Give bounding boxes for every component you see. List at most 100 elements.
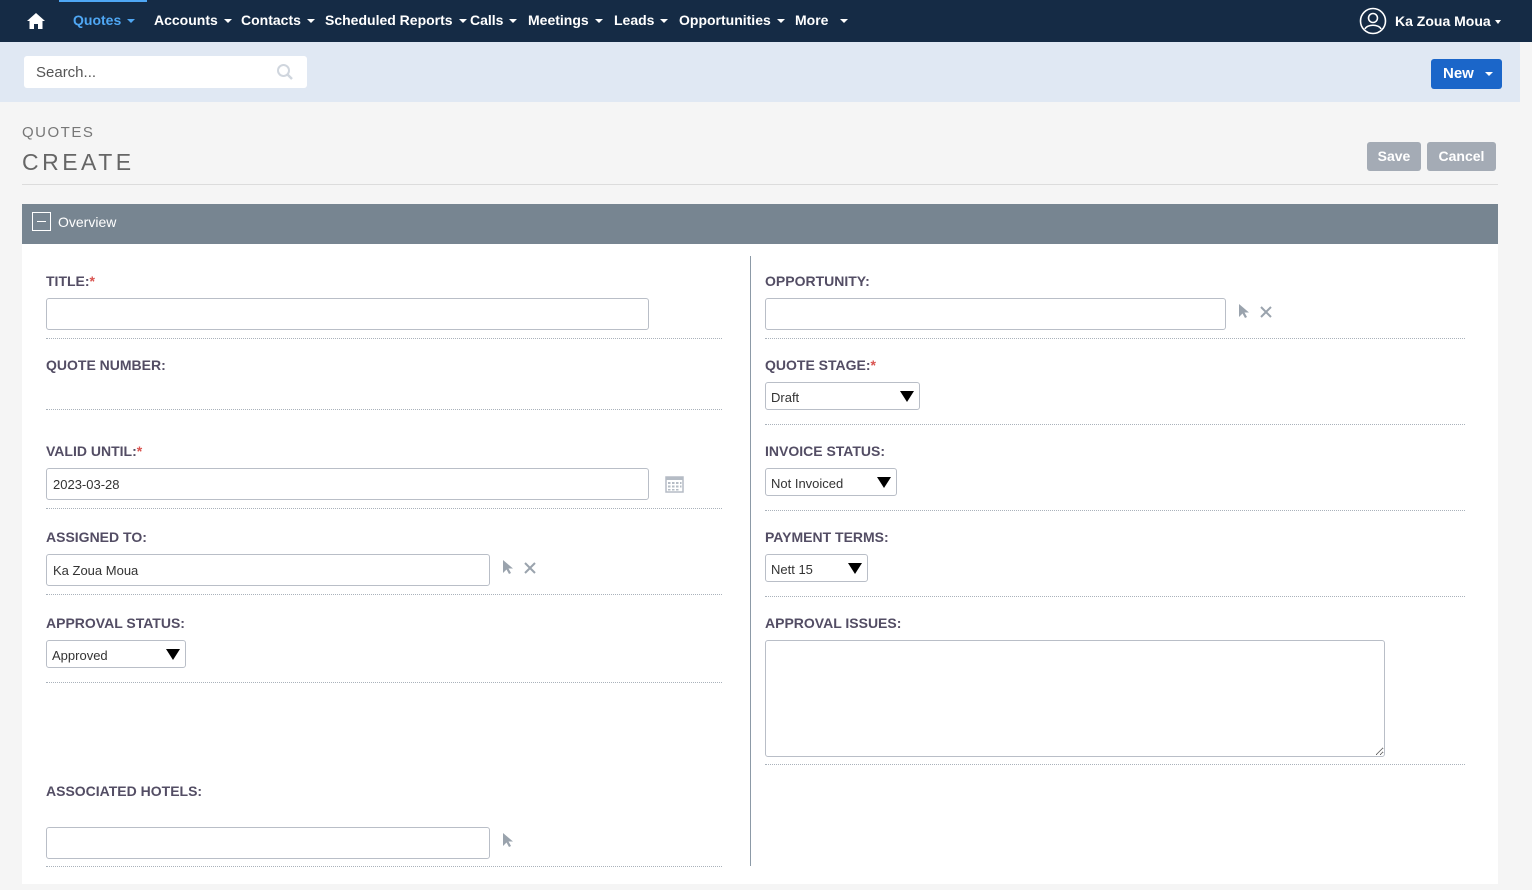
chevron-down-icon — [1494, 20, 1501, 25]
chevron-down-icon — [1485, 72, 1493, 76]
field-divider — [765, 424, 1465, 425]
nav-label: Opportunities — [679, 12, 771, 28]
field-divider — [46, 866, 722, 867]
user-name-wrap: Ka Zoua Moua — [1395, 13, 1501, 29]
overview-panel-header[interactable]: Overview — [22, 204, 1498, 244]
nav-item-meetings[interactable]: Meetings — [528, 0, 603, 42]
dropdown-arrow-icon — [848, 563, 862, 574]
payment-terms-select[interactable]: Nett 15 — [765, 554, 868, 582]
title-input[interactable] — [46, 298, 649, 330]
approval-status-select[interactable]: Approved — [46, 640, 186, 668]
opportunity-label: OPPORTUNITY: — [765, 273, 870, 289]
field-divider — [46, 508, 722, 509]
approval-status-label: APPROVAL STATUS: — [46, 615, 185, 631]
nav-item-scheduled-reports[interactable]: Scheduled Reports — [325, 0, 467, 42]
chevron-down-icon — [458, 19, 467, 24]
nav-item-opportunities[interactable]: Opportunities — [679, 0, 785, 42]
field-divider — [46, 594, 722, 595]
field-divider — [765, 510, 1465, 511]
calendar-icon[interactable] — [665, 475, 684, 493]
quote-stage-value: Draft — [771, 390, 800, 405]
user-name: Ka Zoua Moua — [1395, 13, 1491, 29]
top-navbar: Quotes Accounts Contacts Scheduled Repor… — [0, 0, 1532, 42]
search-input[interactable] — [24, 56, 274, 88]
nav-label: Quotes — [73, 12, 122, 28]
field-divider — [765, 338, 1465, 339]
nav-item-leads[interactable]: Leads — [614, 0, 669, 42]
chevron-down-icon — [509, 19, 518, 24]
required-mark: * — [89, 273, 95, 289]
valid-until-label: VALID UNTIL:* — [46, 443, 142, 459]
invoice-status-select[interactable]: Not Invoiced — [765, 468, 897, 496]
search-box — [24, 56, 307, 88]
column-divider — [750, 256, 751, 866]
home-icon[interactable] — [26, 11, 46, 31]
dropdown-arrow-icon — [166, 649, 180, 660]
nav-label: Calls — [470, 12, 504, 28]
select-cursor-icon[interactable] — [500, 832, 516, 848]
user-avatar-icon — [1359, 7, 1387, 35]
module-title: QUOTES — [22, 124, 95, 141]
payment-terms-label: PAYMENT TERMS: — [765, 529, 889, 545]
field-divider — [46, 338, 722, 339]
chevron-down-icon — [127, 19, 136, 24]
nav-item-calls[interactable]: Calls — [470, 0, 518, 42]
nav-label: Leads — [614, 12, 655, 28]
valid-until-label-text: VALID UNTIL: — [46, 443, 137, 459]
approval-issues-textarea[interactable] — [765, 640, 1385, 757]
quote-stage-select[interactable]: Draft — [765, 382, 920, 410]
save-button[interactable]: Save — [1367, 142, 1421, 171]
select-cursor-icon[interactable] — [1236, 303, 1252, 319]
nav-item-contacts[interactable]: Contacts — [241, 0, 315, 42]
associated-hotels-input[interactable] — [46, 827, 490, 859]
search-bar-area — [0, 42, 1520, 102]
approval-issues-label: APPROVAL ISSUES: — [765, 615, 902, 631]
valid-until-input[interactable] — [46, 468, 649, 500]
nav-label: More — [795, 12, 829, 28]
field-divider — [46, 409, 722, 410]
search-icon[interactable] — [276, 63, 294, 81]
dropdown-arrow-icon — [877, 477, 891, 488]
invoice-status-label: INVOICE STATUS: — [765, 443, 886, 459]
opportunity-input[interactable] — [765, 298, 1226, 330]
panel-title: Overview — [58, 214, 117, 230]
header-divider — [22, 184, 1498, 185]
new-button[interactable]: New — [1431, 59, 1502, 89]
associated-hotels-label: ASSOCIATED HOTELS: — [46, 783, 203, 799]
new-button-label: New — [1443, 65, 1474, 82]
approval-status-value: Approved — [52, 648, 108, 663]
chevron-down-icon — [223, 19, 232, 24]
field-divider — [765, 764, 1465, 765]
clear-icon[interactable] — [1258, 304, 1274, 320]
nav-label: Accounts — [154, 12, 218, 28]
nav-label: Scheduled Reports — [325, 12, 453, 28]
title-label-text: TITLE: — [46, 273, 90, 289]
assigned-to-input[interactable] — [46, 554, 490, 586]
chevron-down-icon — [594, 19, 603, 24]
quote-number-label: QUOTE NUMBER: — [46, 357, 166, 373]
chevron-down-icon — [660, 19, 669, 24]
cancel-button[interactable]: Cancel — [1427, 142, 1496, 171]
chevron-down-icon — [776, 19, 785, 24]
nav-item-more[interactable]: More — [795, 0, 849, 42]
quote-stage-label-text: QUOTE STAGE: — [765, 357, 871, 373]
field-divider — [46, 682, 722, 683]
nav-label: Meetings — [528, 12, 589, 28]
page-title: CREATE — [22, 149, 135, 175]
dropdown-arrow-icon — [900, 391, 914, 402]
title-label: TITLE:* — [46, 273, 95, 289]
nav-label: Contacts — [241, 12, 301, 28]
chevron-down-icon — [306, 19, 315, 24]
field-divider — [765, 596, 1465, 597]
required-mark: * — [136, 443, 143, 459]
collapse-icon[interactable] — [32, 212, 51, 231]
select-cursor-icon[interactable] — [500, 559, 516, 575]
clear-icon[interactable] — [522, 560, 538, 576]
required-mark: * — [870, 357, 876, 373]
quote-stage-label: QUOTE STAGE:* — [765, 357, 876, 373]
nav-item-accounts[interactable]: Accounts — [154, 0, 232, 42]
invoice-status-value: Not Invoiced — [771, 476, 844, 491]
chevron-down-icon — [840, 19, 849, 24]
payment-terms-value: Nett 15 — [771, 562, 813, 577]
nav-item-quotes[interactable]: Quotes — [73, 0, 136, 42]
